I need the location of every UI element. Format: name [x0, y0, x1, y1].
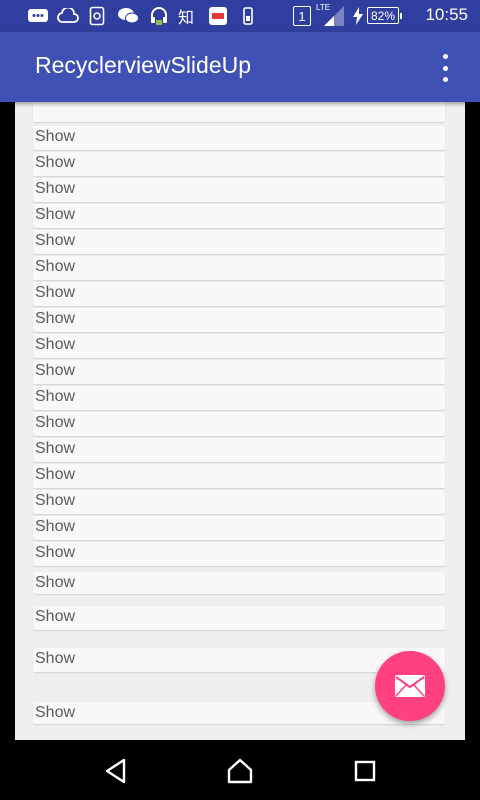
list-item-label: Show — [35, 440, 76, 457]
recycler-list[interactable]: Show Show Show Show Show Show Show Show … — [15, 102, 465, 740]
status-bar: 知 1 LTE 82% 10:55 — [0, 0, 480, 32]
mail-icon — [395, 675, 425, 697]
list-item-label: Show — [35, 310, 76, 327]
list-item-label: Show — [35, 258, 76, 275]
headset-icon — [149, 6, 169, 26]
charging-icon — [352, 6, 364, 26]
home-button[interactable] — [224, 755, 256, 787]
list-item-label: Show — [35, 414, 76, 431]
list-item-label: Show — [35, 154, 76, 171]
battery-indicator: 82% — [367, 7, 402, 24]
list-item-label: Show — [35, 466, 76, 483]
list-item-label: Show — [35, 180, 76, 197]
list-item-label: Show — [35, 544, 76, 561]
phone-icon — [242, 6, 254, 26]
list-item[interactable]: Show — [33, 606, 445, 630]
list-item-label: Show — [35, 608, 76, 625]
list-item-label: Show — [35, 518, 76, 535]
list-item[interactable]: Show — [33, 386, 445, 410]
list-item-label: Show — [35, 336, 76, 353]
list-item[interactable]: Show — [33, 516, 445, 540]
list-item[interactable]: Show — [33, 360, 445, 384]
back-icon — [105, 758, 126, 784]
list-item-label: Show — [35, 650, 76, 667]
list-item[interactable]: Show — [33, 152, 445, 176]
recents-icon — [354, 760, 376, 782]
list-item-label: Show — [35, 574, 76, 591]
list-item[interactable]: Show — [33, 334, 445, 358]
home-icon — [227, 758, 253, 784]
cloud-icon — [57, 6, 79, 26]
list-item-label: Show — [35, 362, 76, 379]
app-badge-icon — [208, 6, 228, 26]
zhihu-icon: 知 — [178, 8, 195, 27]
list-item[interactable]: Show — [33, 412, 445, 436]
list-item[interactable]: Show — [33, 230, 445, 254]
list-item-label: Show — [35, 284, 76, 301]
list-item[interactable]: Show — [33, 256, 445, 280]
chat-notification-icon — [27, 6, 49, 26]
app-bar: RecyclerviewSlideUp — [0, 32, 480, 102]
list-item-label: Show — [35, 388, 76, 405]
list-item[interactable] — [33, 102, 445, 122]
wechat-icon — [117, 6, 139, 26]
list-item[interactable]: Show — [33, 438, 445, 462]
list-item[interactable]: Show — [33, 308, 445, 332]
app-title: RecyclerviewSlideUp — [35, 52, 252, 78]
navigation-bar — [0, 740, 480, 800]
recents-button[interactable] — [349, 755, 381, 787]
app-notification-icon — [89, 6, 105, 26]
list-item[interactable]: Show — [33, 126, 445, 150]
list-item-label: Show — [35, 206, 76, 223]
list-item[interactable]: Show — [33, 178, 445, 202]
overflow-menu-icon[interactable] — [440, 54, 450, 82]
list-item-label: Show — [35, 492, 76, 509]
list-item[interactable]: Show — [33, 282, 445, 306]
list-item-label: Show — [35, 704, 76, 721]
clock: 10:55 — [425, 5, 468, 24]
back-button[interactable] — [100, 755, 132, 787]
list-item[interactable]: Show — [33, 464, 445, 488]
compose-mail-button[interactable] — [375, 651, 445, 721]
list-item[interactable]: Show — [33, 490, 445, 514]
sim-slot-indicator: 1 — [293, 6, 311, 26]
list-item[interactable]: Show — [33, 542, 445, 566]
signal-strength-icon — [320, 6, 346, 26]
list-item-label: Show — [35, 128, 76, 145]
list-item[interactable]: Show — [33, 204, 445, 228]
list-item-label: Show — [35, 232, 76, 249]
list-item[interactable]: Show — [33, 572, 445, 594]
